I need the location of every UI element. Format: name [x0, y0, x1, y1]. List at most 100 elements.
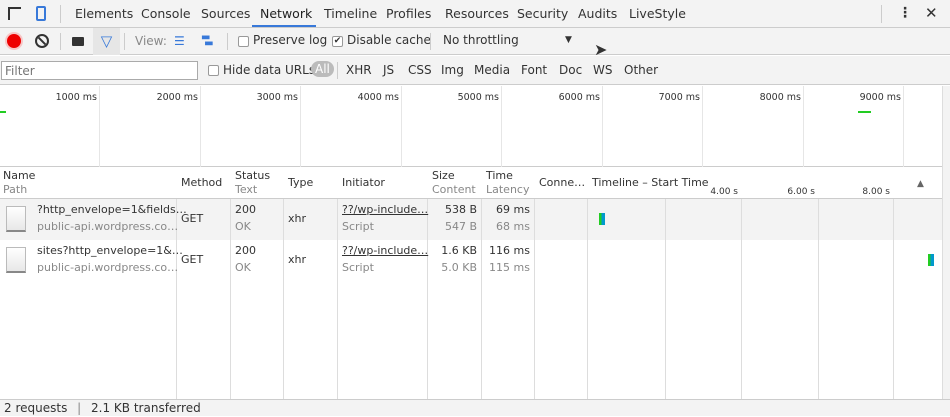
- tab-sources[interactable]: Sources: [201, 6, 250, 21]
- overview-tick: 3000 ms: [256, 92, 298, 103]
- overview-tick: 5000 ms: [457, 92, 499, 103]
- request-time: 116 ms: [489, 244, 530, 257]
- tab-console[interactable]: Console: [141, 6, 191, 21]
- throttling-select[interactable]: No throttling: [443, 33, 519, 47]
- overview-tick: 4000 ms: [357, 92, 399, 103]
- tab-resources[interactable]: Resources: [445, 6, 509, 21]
- preserve-log-label: Preserve log: [253, 33, 328, 47]
- overview-tick: 6000 ms: [558, 92, 600, 103]
- request-type: xhr: [288, 212, 307, 225]
- request-status-text: OK: [235, 261, 251, 274]
- header-type[interactable]: Type: [288, 176, 313, 190]
- initiator-link[interactable]: ??/wp-include…: [342, 243, 428, 259]
- request-content-size: 5.0 KB: [441, 261, 477, 274]
- type-filter-doc[interactable]: Doc: [559, 63, 582, 77]
- request-name: sites?http_envelope=1&…: [37, 244, 183, 257]
- type-filter-all[interactable]: All: [311, 61, 334, 77]
- network-overview[interactable]: 1000 ms 2000 ms 3000 ms 4000 ms 5000 ms …: [0, 86, 942, 167]
- request-name: ?http_envelope=1&fields…: [37, 203, 187, 216]
- type-filter-other[interactable]: Other: [624, 63, 658, 77]
- tab-audits[interactable]: Audits: [578, 6, 617, 21]
- view-label: View:: [135, 34, 167, 48]
- overview-tick: 9000 ms: [859, 92, 901, 103]
- type-filter-font[interactable]: Font: [521, 63, 547, 77]
- timeline-tick: 4.00 s: [710, 187, 738, 197]
- request-method: GET: [181, 212, 204, 225]
- header-name[interactable]: Name: [3, 169, 35, 183]
- type-filter-ws[interactable]: WS: [593, 63, 612, 77]
- clear-icon[interactable]: [35, 34, 49, 48]
- header-size[interactable]: Size: [432, 169, 455, 183]
- filter-input[interactable]: [1, 61, 198, 80]
- record-button[interactable]: [7, 34, 21, 48]
- inspect-element-icon[interactable]: [8, 7, 21, 20]
- chevron-down-icon[interactable]: ▼: [565, 35, 572, 45]
- initiator-type: Script: [342, 220, 374, 233]
- request-size: 538 B: [444, 203, 477, 216]
- more-options-icon[interactable]: ⋮: [898, 5, 912, 21]
- header-timeline[interactable]: Timeline – Start Time: [592, 176, 712, 190]
- table-row[interactable]: ?http_envelope=1&fields… public-api.word…: [0, 199, 942, 240]
- type-filter-img[interactable]: Img: [441, 63, 464, 77]
- header-text[interactable]: Text: [235, 183, 257, 197]
- tab-network[interactable]: Network: [260, 6, 312, 21]
- scrollbar[interactable]: [942, 86, 950, 399]
- tab-security[interactable]: Security: [517, 6, 568, 21]
- status-bar: 2 requests | 2.1 KB transferred: [0, 399, 950, 416]
- overview-tick: 8000 ms: [759, 92, 801, 103]
- header-latency[interactable]: Latency: [486, 183, 529, 197]
- header-method[interactable]: Method: [181, 176, 222, 190]
- request-path: public-api.wordpress.co…: [37, 261, 179, 274]
- request-size: 1.6 KB: [441, 244, 477, 257]
- initiator-link[interactable]: ??/wp-include…: [342, 202, 428, 218]
- table-row[interactable]: sites?http_envelope=1&… public-api.wordp…: [0, 240, 942, 281]
- close-devtools-icon[interactable]: ✕: [925, 4, 938, 22]
- request-content-size: 547 B: [444, 220, 477, 233]
- overview-request-bar: [0, 111, 6, 113]
- transferred-size: 2.1 KB transferred: [91, 401, 201, 415]
- overview-tick: 7000 ms: [658, 92, 700, 103]
- preserve-log-checkbox[interactable]: [238, 36, 249, 47]
- request-method: GET: [181, 253, 204, 266]
- tab-livestyle[interactable]: LiveStyle: [629, 6, 686, 21]
- large-rows-icon[interactable]: ☰: [174, 35, 185, 47]
- tab-elements[interactable]: Elements: [75, 6, 133, 21]
- panel-tab-bar: Elements Console Sources Network Timelin…: [0, 0, 950, 28]
- hide-data-urls-label: Hide data URLs: [223, 63, 316, 77]
- active-tab-indicator: [252, 25, 316, 27]
- document-icon: [6, 247, 26, 273]
- overview-tick: 1000 ms: [55, 92, 97, 103]
- tab-timeline[interactable]: Timeline: [324, 6, 377, 21]
- timeline-bar: [928, 254, 934, 266]
- request-path: public-api.wordpress.co…: [37, 220, 179, 233]
- header-connection[interactable]: Conne…: [539, 176, 585, 190]
- type-filter-xhr[interactable]: XHR: [346, 63, 372, 77]
- request-latency: 115 ms: [489, 261, 530, 274]
- header-status[interactable]: Status: [235, 169, 270, 183]
- capture-screenshots-icon[interactable]: [72, 37, 84, 46]
- header-content[interactable]: Content: [432, 183, 476, 197]
- disable-cache-label: Disable cache: [347, 33, 431, 47]
- overview-request-bar: [858, 111, 871, 113]
- tab-profiles[interactable]: Profiles: [386, 6, 431, 21]
- hide-data-urls-checkbox[interactable]: [208, 65, 219, 76]
- overview-tick: 2000 ms: [156, 92, 198, 103]
- header-initiator[interactable]: Initiator: [342, 176, 385, 190]
- filter-icon[interactable]: ▽: [93, 28, 120, 55]
- type-filter-media[interactable]: Media: [474, 63, 510, 77]
- disable-cache-checkbox[interactable]: ✔: [332, 36, 343, 47]
- device-mode-icon[interactable]: [36, 6, 46, 21]
- waterfall-view-icon[interactable]: ▬ ▬: [201, 33, 214, 49]
- requests-table: Name Path Method Status Text Type Initia…: [0, 167, 942, 399]
- type-filter-css[interactable]: CSS: [408, 63, 432, 77]
- header-time[interactable]: Time: [486, 169, 513, 183]
- sort-ascending-icon[interactable]: ▲: [917, 177, 924, 191]
- request-latency: 68 ms: [496, 220, 530, 233]
- type-filter-js[interactable]: JS: [383, 63, 394, 77]
- request-count: 2 requests: [4, 401, 68, 415]
- initiator-type: Script: [342, 261, 374, 274]
- header-path[interactable]: Path: [3, 183, 27, 197]
- table-header: Name Path Method Status Text Type Initia…: [0, 167, 942, 199]
- request-type: xhr: [288, 253, 307, 266]
- network-toolbar: ▽ View: ☰ ▬ ▬ Preserve log ✔ Disable cac…: [0, 28, 950, 59]
